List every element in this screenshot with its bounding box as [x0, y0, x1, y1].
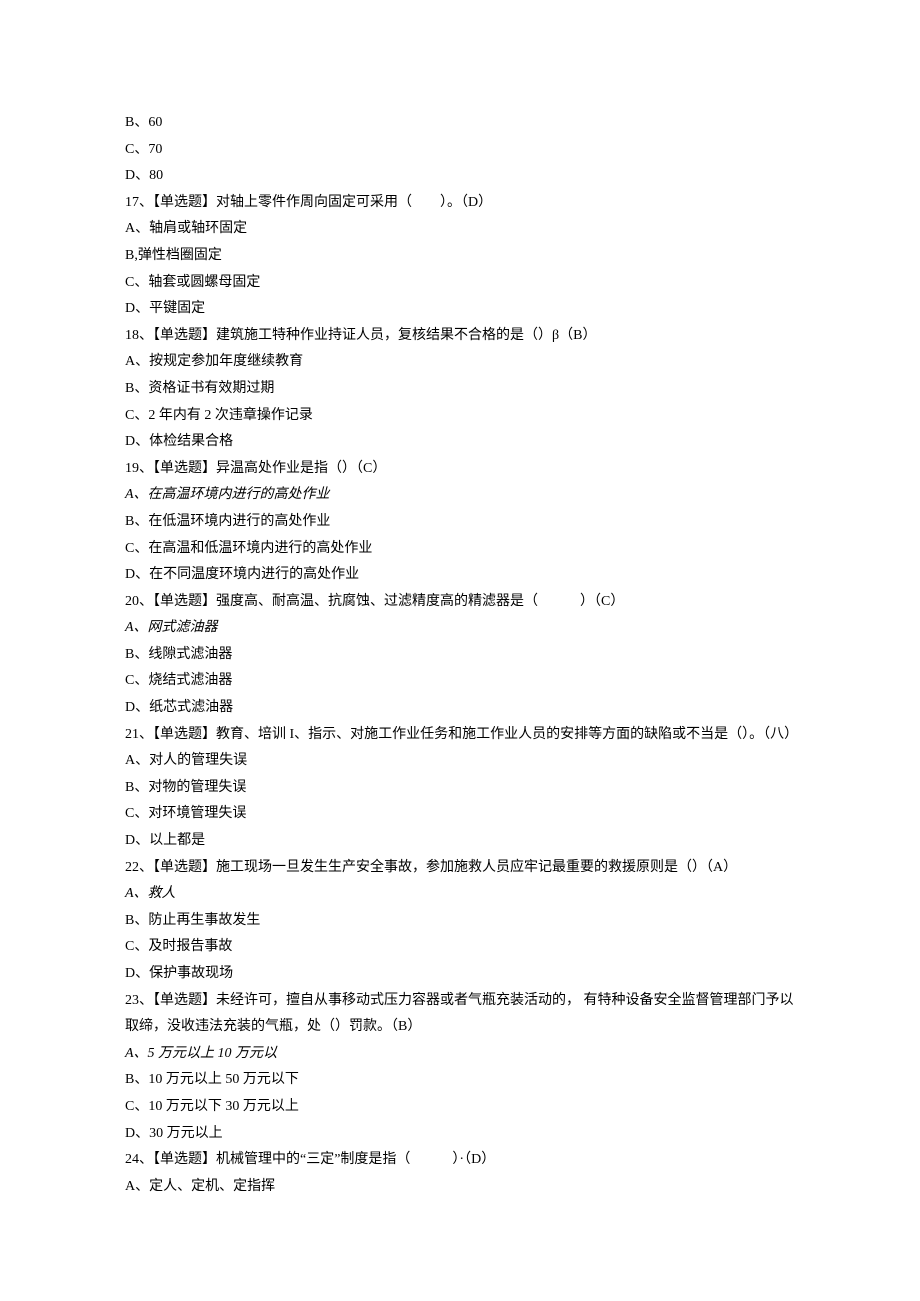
text-line: 21、【单选题】教育、培训 I、指示、对施工作业任务和施工作业人员的安排等方面的… — [125, 722, 795, 749]
text-line: C、在高温和低温环境内进行的高处作业 — [125, 536, 795, 563]
text-line: B、60 — [125, 110, 795, 137]
text-line: D、纸芯式滤油器 — [125, 695, 795, 722]
text-line: A、5 万元以上 10 万元以 — [125, 1041, 795, 1068]
text-line: C、对环境管理失误 — [125, 801, 795, 828]
text-line: C、2 年内有 2 次违章操作记录 — [125, 403, 795, 430]
text-line: C、及时报告事故 — [125, 934, 795, 961]
text-line: 17、【单选题】对轴上零件作周向固定可采用（ ）。（D） — [125, 190, 795, 217]
text-line: A、轴肩或轴环固定 — [125, 216, 795, 243]
text-line: D、以上都是 — [125, 828, 795, 855]
text-line: D、体检结果合格 — [125, 429, 795, 456]
text-line: C、轴套或圆螺母固定 — [125, 270, 795, 297]
text-line: A、定人、定机、定指挥 — [125, 1174, 795, 1201]
text-line: B、防止再生事故发生 — [125, 908, 795, 935]
text-line: 24、【单选题】机械管理中的“三定”制度是指（ ）·（D） — [125, 1147, 795, 1174]
text-line: C、10 万元以下 30 万元以上 — [125, 1094, 795, 1121]
text-line: B、线隙式滤油器 — [125, 642, 795, 669]
text-line: A、对人的管理失误 — [125, 748, 795, 775]
text-line: A、网式滤油器 — [125, 615, 795, 642]
text-line: B、对物的管理失误 — [125, 775, 795, 802]
text-line: 22、【单选题】施工现场一旦发生生产安全事故，参加施救人员应牢记最重要的救援原则… — [125, 855, 795, 882]
text-line: A、救人 — [125, 881, 795, 908]
text-line: 23、【单选题】未经许可，擅自从事移动式压力容器或者气瓶充装活动的， 有特种设备… — [125, 988, 795, 1041]
text-line: D、保护事故现场 — [125, 961, 795, 988]
text-line: D、80 — [125, 163, 795, 190]
text-line: D、在不同温度环境内进行的高处作业 — [125, 562, 795, 589]
text-line: A、按规定参加年度继续教育 — [125, 349, 795, 376]
text-line: B、10 万元以上 50 万元以下 — [125, 1067, 795, 1094]
text-line: C、烧结式滤油器 — [125, 668, 795, 695]
text-line: B,弹性档圈固定 — [125, 243, 795, 270]
text-line: D、平键固定 — [125, 296, 795, 323]
text-line: 20、【单选题】强度高、耐高温、抗腐蚀、过滤精度高的精滤器是（ ）（C） — [125, 589, 795, 616]
text-line: D、30 万元以上 — [125, 1121, 795, 1148]
text-line: 19、【单选题】异温高处作业是指（）（C） — [125, 456, 795, 483]
text-line: 18、【单选题】建筑施工特种作业持证人员，复核结果不合格的是（）β（B） — [125, 323, 795, 350]
document-page: B、60C、70D、8017、【单选题】对轴上零件作周向固定可采用（ ）。（D）… — [0, 0, 920, 1301]
text-line: B、在低温环境内进行的高处作业 — [125, 509, 795, 536]
text-line: B、资格证书有效期过期 — [125, 376, 795, 403]
text-line: A、在高温环境内进行的高处作业 — [125, 482, 795, 509]
text-line: C、70 — [125, 137, 795, 164]
